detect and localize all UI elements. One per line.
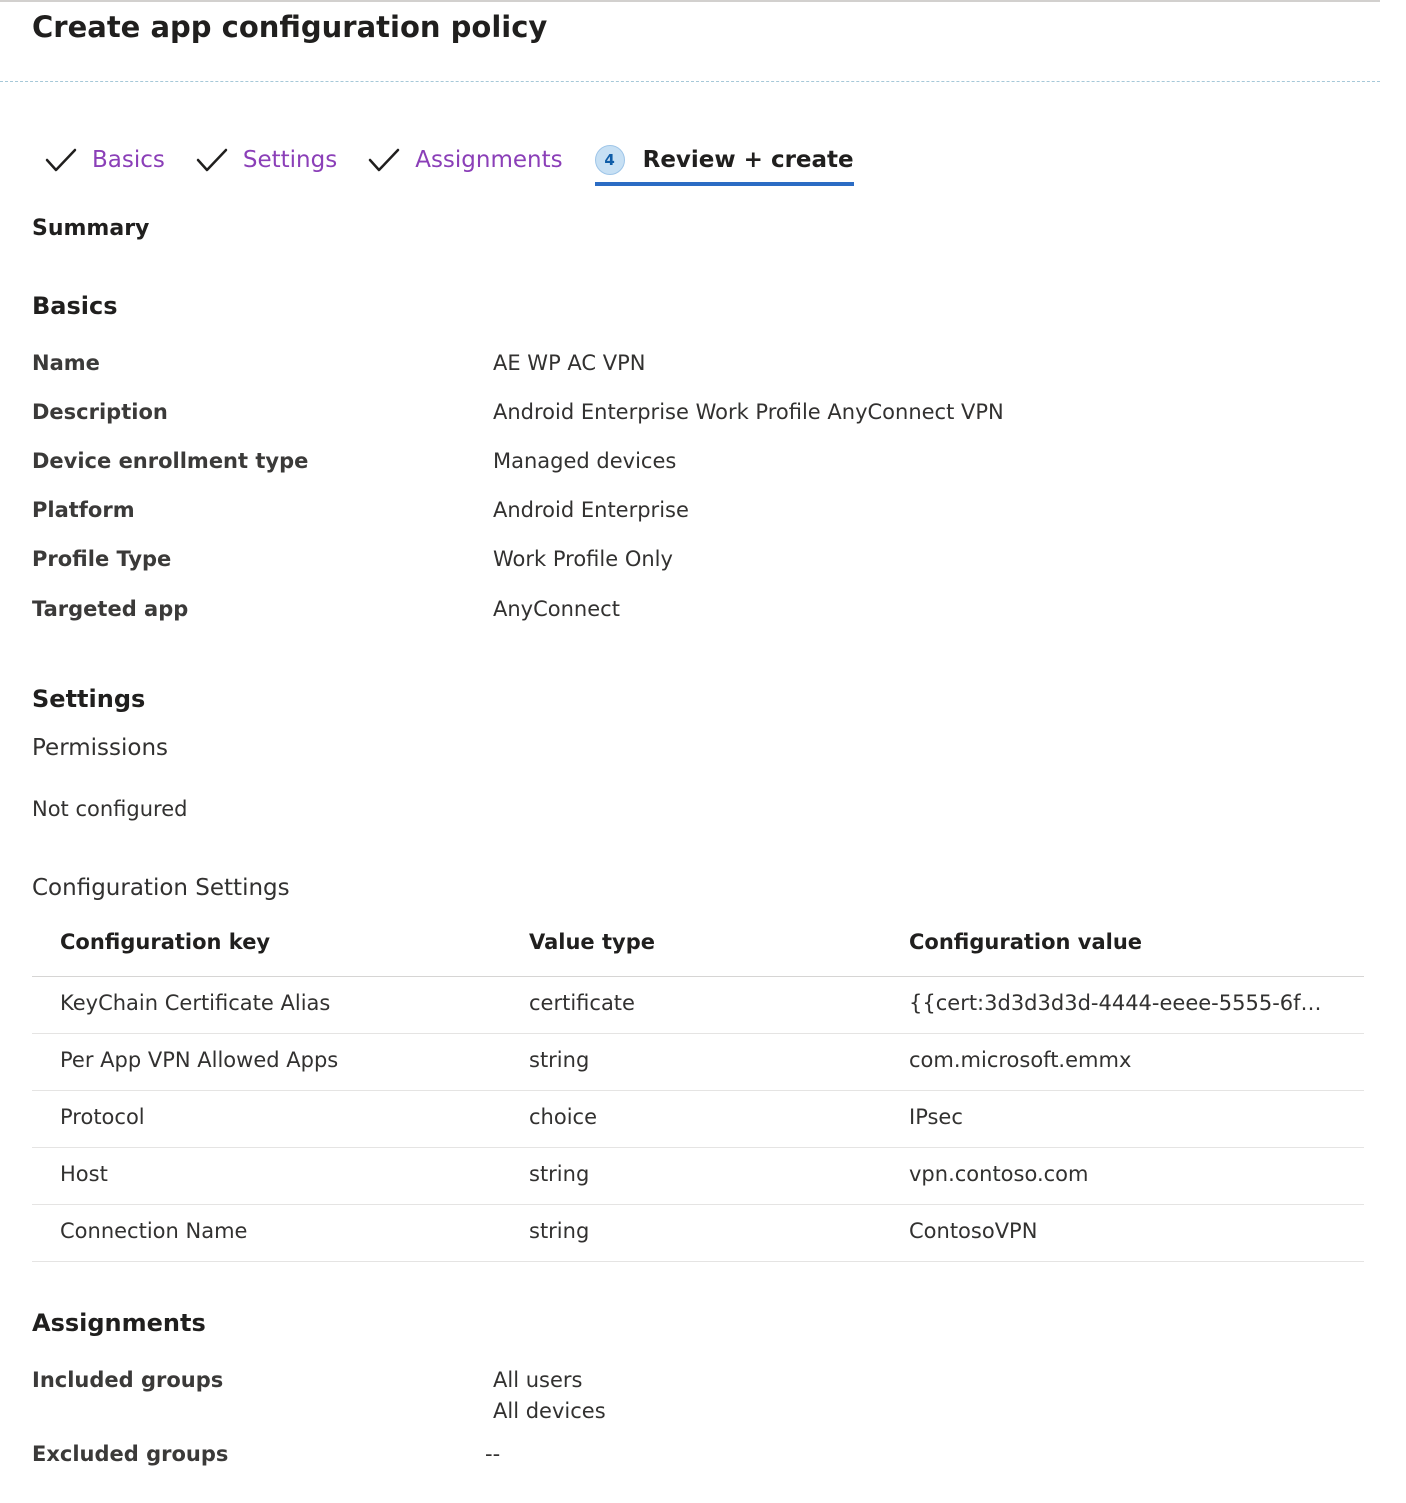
page-title: Create app configuration policy (32, 10, 548, 44)
basics-key-name: Name (32, 351, 100, 375)
table-header: Configuration key Value type Configurati… (32, 920, 1364, 977)
permissions-value: Not configured (32, 797, 188, 821)
basics-value-profile-type: Work Profile Only (493, 547, 673, 571)
basics-key-profile-type: Profile Type (32, 547, 172, 571)
tab-basics[interactable]: Basics (44, 138, 165, 182)
settings-heading: Settings (32, 685, 146, 713)
table-row: Protocol choice IPsec (32, 1091, 1364, 1148)
cell-value-type: string (529, 1048, 590, 1072)
wizard-steps: Basics Settings Assignments 4 Review + c… (44, 138, 884, 188)
tab-review-create[interactable]: 4 Review + create (594, 138, 854, 186)
tab-review-create-label: Review + create (642, 147, 854, 173)
basics-value-description: Android Enterprise Work Profile AnyConne… (493, 400, 1004, 424)
tab-basics-label: Basics (92, 147, 165, 173)
cell-configuration-value: com.microsoft.emmx (909, 1048, 1132, 1072)
table-row: Host string vpn.contoso.com (32, 1148, 1364, 1205)
tab-settings-label: Settings (242, 147, 338, 173)
checkmark-icon (45, 148, 77, 172)
cell-configuration-value: vpn.contoso.com (909, 1162, 1089, 1186)
permissions-label: Permissions (32, 735, 169, 761)
basics-value-name: AE WP AC VPN (493, 351, 646, 375)
basics-value-platform: Android Enterprise (493, 498, 689, 522)
checkmark-icon (196, 148, 228, 172)
table-row: Connection Name string ContosoVPN (32, 1205, 1364, 1262)
included-groups-label: Included groups (32, 1368, 224, 1392)
basics-key-description: Description (32, 400, 168, 424)
table-row: KeyChain Certificate Alias certificate {… (32, 977, 1364, 1034)
column-header-configuration-key: Configuration key (60, 930, 271, 954)
cell-value-type: certificate (529, 991, 635, 1015)
checkmark-icon (368, 148, 400, 172)
tab-assignments-label: Assignments (415, 147, 563, 173)
configuration-settings-table: Configuration key Value type Configurati… (32, 920, 1364, 1262)
cell-configuration-key: Per App VPN Allowed Apps (60, 1048, 339, 1072)
cell-configuration-key: Connection Name (60, 1219, 248, 1243)
excluded-groups-label: Excluded groups (32, 1442, 229, 1466)
basics-key-platform: Platform (32, 498, 135, 522)
basics-key-targeted-app: Targeted app (32, 597, 189, 621)
basics-key-enrollment-type: Device enrollment type (32, 449, 309, 473)
configuration-settings-label: Configuration Settings (32, 875, 290, 901)
cell-configuration-key: Host (60, 1162, 108, 1186)
included-group-all-users: All users (493, 1368, 583, 1392)
cell-configuration-value: {{cert:3d3d3d3d-4444-eeee-5555-6f6f... (909, 991, 1329, 1015)
cell-configuration-value: ContosoVPN (909, 1219, 1038, 1243)
cell-configuration-value: IPsec (909, 1105, 963, 1129)
tab-settings[interactable]: Settings (195, 138, 337, 182)
column-header-value-type: Value type (529, 930, 655, 954)
cell-configuration-key: Protocol (60, 1105, 145, 1129)
top-border (0, 0, 1380, 2)
cell-value-type: string (529, 1219, 590, 1243)
basics-heading: Basics (32, 292, 118, 320)
basics-value-targeted-app: AnyConnect (493, 597, 620, 621)
basics-value-enrollment-type: Managed devices (493, 449, 677, 473)
step-number-badge: 4 (594, 145, 625, 175)
tab-assignments[interactable]: Assignments (367, 138, 563, 182)
included-group-all-devices: All devices (493, 1399, 606, 1423)
table-row: Per App VPN Allowed Apps string com.micr… (32, 1034, 1364, 1091)
cell-configuration-key: KeyChain Certificate Alias (60, 991, 331, 1015)
assignments-heading: Assignments (32, 1309, 206, 1337)
cell-value-type: choice (529, 1105, 598, 1129)
summary-label: Summary (32, 216, 150, 241)
excluded-groups-value: -- (485, 1442, 501, 1466)
column-header-configuration-value: Configuration value (909, 930, 1143, 954)
header-divider (0, 81, 1380, 82)
cell-value-type: string (529, 1162, 590, 1186)
